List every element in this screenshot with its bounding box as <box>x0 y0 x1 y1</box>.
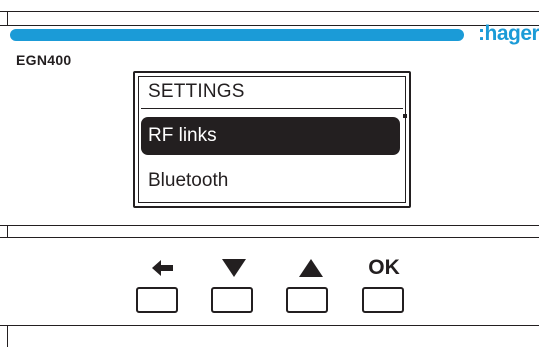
panel-divider-lower <box>0 237 539 238</box>
panel-divider-upper <box>0 225 539 226</box>
device-top-edge <box>0 11 539 12</box>
down-button[interactable] <box>211 287 253 313</box>
model-label: EGN400 <box>16 52 72 68</box>
brand-logo: :hager <box>478 22 539 45</box>
device-top-inner-edge <box>0 25 539 26</box>
menu-item-rf-links[interactable]: RF links <box>141 117 400 155</box>
ok-key-label: OK <box>368 256 400 279</box>
scroll-indicator <box>403 114 407 118</box>
triangle-down-icon <box>221 257 247 279</box>
device-left-edge-divider <box>7 225 8 237</box>
device-left-edge-bottom <box>7 325 8 347</box>
menu-item-bluetooth[interactable]: Bluetooth <box>141 162 400 200</box>
screen-title-divider <box>141 108 403 109</box>
device-front-panel: :hager EGN400 SETTINGS RF links Bluetoot… <box>0 0 539 347</box>
up-button[interactable] <box>286 287 328 313</box>
arrow-left-icon <box>150 257 176 279</box>
screen-title: SETTINGS <box>148 81 245 102</box>
device-bottom-edge <box>0 325 539 326</box>
brand-color-bar <box>10 29 464 41</box>
ok-button[interactable] <box>362 287 404 313</box>
back-button[interactable] <box>136 287 178 313</box>
triangle-up-icon <box>298 257 324 279</box>
device-left-edge-top <box>7 11 8 25</box>
lcd-screen: SETTINGS RF links Bluetooth <box>133 71 411 208</box>
